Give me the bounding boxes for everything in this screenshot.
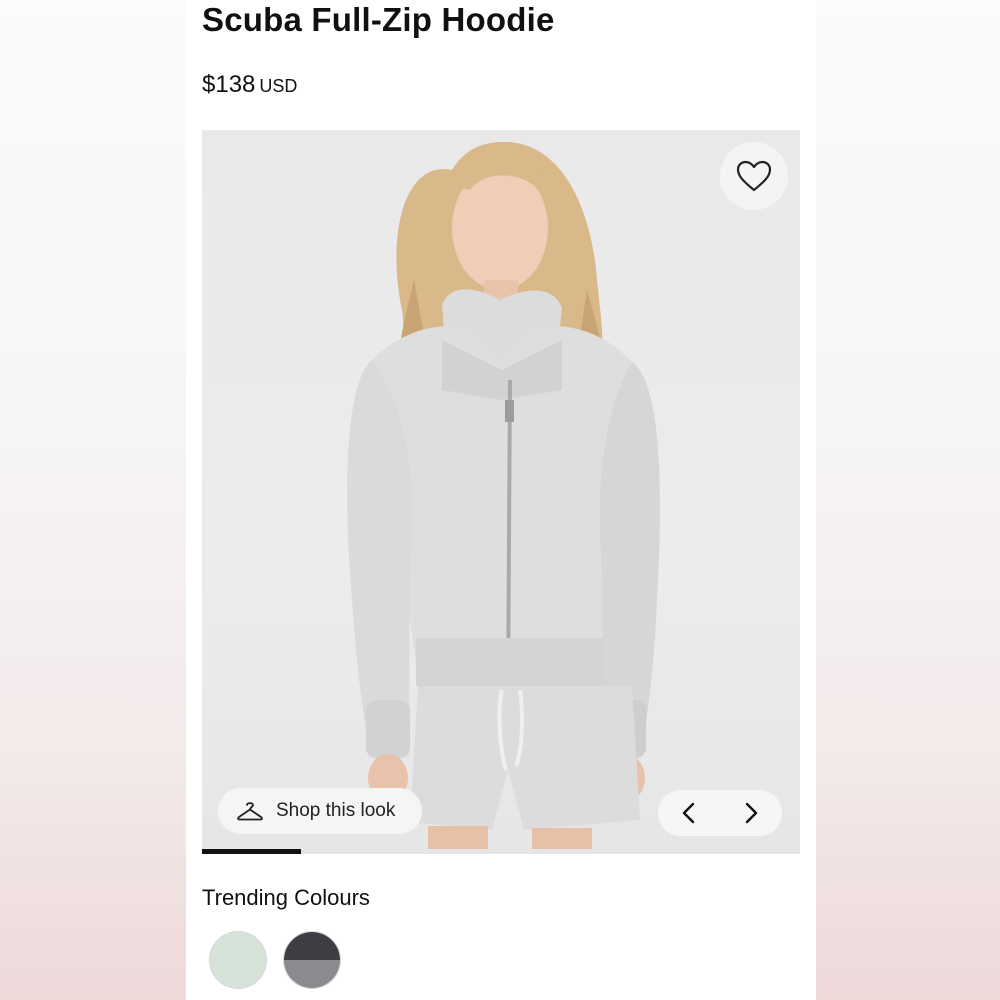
gallery-progress-bar <box>202 849 800 854</box>
previous-image-button[interactable] <box>674 798 704 828</box>
chevron-left-icon <box>682 802 695 824</box>
background-blur-left <box>0 0 186 1000</box>
gallery-progress-fill <box>202 849 301 854</box>
trending-colours-heading: Trending Colours <box>202 885 370 910</box>
shop-this-look-button[interactable]: Shop this look <box>218 788 422 834</box>
product-photo <box>347 141 661 852</box>
colour-swatches <box>210 932 340 988</box>
next-image-button[interactable] <box>736 798 766 828</box>
swatch-charcoal-grey[interactable] <box>284 932 340 988</box>
price-amount: $138 <box>202 71 256 98</box>
hanger-icon <box>236 800 264 822</box>
gallery-nav <box>658 790 782 836</box>
favorite-button[interactable] <box>720 142 788 210</box>
swatch-mint[interactable] <box>210 932 266 988</box>
background-blur-right <box>816 0 1000 1000</box>
product-title: Scuba Full-Zip Hoodie <box>202 1 555 38</box>
product-image-gallery[interactable]: Shop this look <box>202 130 800 852</box>
price-currency: USD <box>259 76 298 96</box>
heart-icon <box>736 160 772 192</box>
product-price: $138 USD <box>202 70 297 101</box>
chevron-right-icon <box>745 802 758 824</box>
shop-this-look-label: Shop this look <box>276 800 396 821</box>
product-panel: Scuba Full-Zip Hoodie $138 USD Shop this… <box>186 0 816 1000</box>
